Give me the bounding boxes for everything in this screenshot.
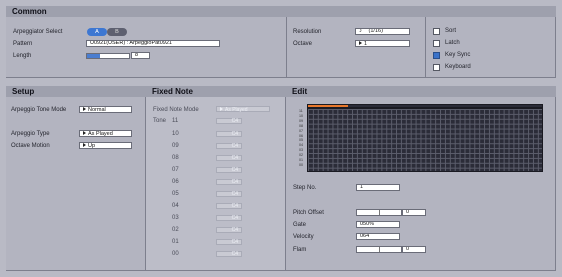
key-sync-label: Key Sync [445,52,471,58]
tone-row-field[interactable]: C4 [216,131,242,137]
tone-row-field[interactable]: C4 [216,215,242,221]
latch-checkbox[interactable] [433,40,440,47]
tone-row-label: 10 [172,131,179,137]
grid-row-number: 08 [299,123,303,128]
tone-row-label: 03 [172,215,179,221]
slider-center-tick [379,247,380,252]
tone-row-field[interactable]: C4 [216,191,242,197]
pattern-field[interactable]: U0921(USER) : ArpeggioPat0921 [86,40,220,47]
dropdown-arrow-icon [359,41,362,45]
tone-row-label: 09 [172,143,179,149]
length-value-field[interactable]: 8 [131,52,150,59]
tone-row-field[interactable]: C4 [216,179,242,185]
length-slider-fill [87,54,100,58]
tone-row-field[interactable]: C4 [216,251,242,257]
tone-row-field[interactable]: C4 [216,203,242,209]
keyboard-checkbox[interactable] [433,64,440,71]
tone-mode-label: Arpeggio Tone Mode [11,107,67,113]
tone-header-number: 11 [172,118,179,124]
grid-row-number: 09 [299,118,303,123]
pattern-label: Pattern [13,41,33,47]
pitch-offset-value-field[interactable]: 0 [402,209,426,216]
pitch-offset-slider[interactable] [356,209,402,216]
tone-row-field[interactable]: C4 [216,143,242,149]
tone-row-field[interactable]: C4 [216,227,242,233]
tone-row-field[interactable]: C4 [216,167,242,173]
pitch-offset-label: Pitch Offset [293,210,324,216]
setup-panel [6,97,146,271]
sort-checkbox[interactable] [433,28,440,35]
tone-mode-field[interactable]: Normal [79,106,132,113]
tone-row-label: 07 [172,167,179,173]
keyboard-label: Keyboard [445,64,471,70]
arp-type-field[interactable]: As Played [79,130,132,137]
tone-row-field[interactable]: C4 [216,239,242,245]
gate-label: Gate [293,222,307,228]
latch-label: Latch [445,40,460,46]
key-sync-checkbox[interactable] [433,52,440,59]
tone-row-label: 04 [172,203,179,209]
tone-row-label: 06 [172,179,179,185]
flam-value-field[interactable]: 0 [402,246,426,253]
note-icon: ♪ [359,28,362,34]
flam-label: Flam [293,247,307,253]
octave-value: 1 [364,41,368,47]
grid-row-number: 00 [299,162,303,167]
velocity-label: Velocity [293,234,314,240]
dropdown-arrow-icon [220,107,223,111]
fixed-note-mode-value: As Played [225,107,248,113]
dropdown-arrow-icon [83,131,86,135]
dropdown-arrow-icon [83,143,86,147]
octave-motion-value: Up [88,143,96,149]
arp-type-label: Arpeggio Type [11,131,50,137]
gate-field[interactable]: 050% [356,221,400,228]
arp-a-button[interactable]: A [87,28,107,36]
tone-row-label: 05 [172,191,179,197]
fixed-note-mode-label: Fixed Note Mode [153,107,199,113]
step-progress-fill [308,105,348,107]
dropdown-arrow-icon [83,107,86,111]
step-no-field[interactable]: 1 [356,184,400,191]
octave-motion-label: Octave Motion [11,143,50,149]
grid-row-number: 07 [299,128,303,133]
step-edit-grid[interactable] [307,108,543,172]
length-slider[interactable] [86,53,130,59]
tone-label: Tone [153,118,167,124]
sort-label: Sort [445,28,457,34]
arp-select-label: Arpeggiator Select [13,29,63,35]
tone-row-label: 08 [172,155,179,161]
tone-row-label: 01 [172,239,179,245]
common-panel-left [6,17,287,78]
arp-type-value: As Played [88,131,113,137]
tone-mode-value: Normal [88,107,106,113]
flam-slider[interactable] [356,246,402,253]
resolution-field[interactable]: ♪ (1/16) [355,28,410,35]
resolution-label: Resolution [293,29,322,35]
step-no-label: Step No. [293,185,317,191]
tone-row-label: 00 [172,251,179,257]
velocity-field[interactable]: 064 [356,233,400,240]
slider-center-tick [379,210,380,215]
length-label: Length [13,53,32,59]
tone-11-field[interactable]: C4 [216,118,242,124]
arp-b-button[interactable]: B [107,28,127,36]
grid-row-number: 10 [299,113,303,118]
octave-motion-field[interactable]: Up [79,142,132,149]
fixed-note-mode-field[interactable]: As Played [216,106,270,113]
tone-row-label: 02 [172,227,179,233]
octave-label: Octave [293,41,313,47]
tone-row-field[interactable]: C4 [216,155,242,161]
resolution-value: (1/16) [368,28,383,34]
octave-field[interactable]: 1 [355,40,410,47]
